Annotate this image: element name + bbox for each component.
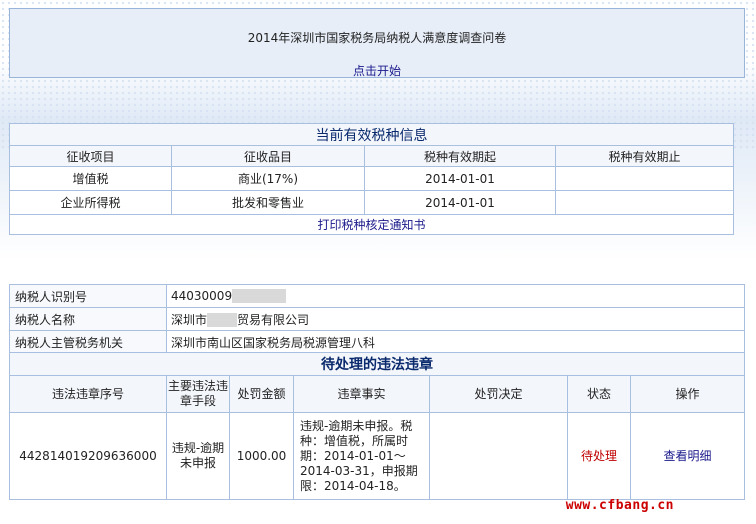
tax-start-date: 2014-01-01 [364, 190, 556, 215]
violation-means: 违规-逾期未申报 [166, 412, 230, 500]
watermark: www.cfbang.cn [565, 498, 674, 513]
tax-end-date [555, 190, 734, 215]
taxpayer-name-suffix: 贸易有限公司 [237, 312, 310, 327]
tax-end-date [555, 166, 734, 191]
violation-facts: 违规-逾期未申报。税种：增值税，所属时期：2014-01-01～2014-03-… [293, 412, 430, 500]
tax-info-table: 当前有效税种信息 征收项目 征收品目 税种有效期起 税种有效期止 增值税 商业(… [9, 123, 734, 235]
table-row: 442814019209636000 违规-逾期未申报 1000.00 违规-逾… [9, 412, 746, 500]
col-header: 操作 [629, 375, 746, 413]
taxpayer-id-label: 纳税人识别号 [9, 284, 167, 308]
taxpayer-name-prefix: 深圳市 [171, 312, 208, 327]
tax-item: 增值税 [9, 166, 172, 191]
violation-serial: 442814019209636000 [9, 412, 167, 500]
taxpayer-id-value: 44030009 [171, 288, 233, 303]
taxpayer-info-table: 纳税人识别号 44030009 纳税人名称 深圳市 贸易有限公司 纳税人主管税务机… [9, 284, 745, 354]
survey-title: 2014年深圳市国家税务局纳税人满意度调查问卷 [247, 31, 507, 45]
table-row: 增值税 商业(17%) 2014-01-01 [9, 166, 734, 191]
print-notice-link[interactable]: 打印税种核定通知书 [9, 214, 734, 235]
col-header: 主要违法违章手段 [166, 375, 230, 413]
col-header: 征收项目 [9, 145, 172, 167]
col-header: 处罚决定 [429, 375, 568, 413]
taxpayer-id-cell: 44030009 [166, 284, 745, 308]
tax-item: 企业所得税 [9, 190, 172, 215]
col-header: 征收品目 [171, 145, 365, 167]
violations-table: 待处理的违法违章 违法违章序号 主要违法违章手段 处罚金额 违章事实 处罚决定 … [8, 352, 746, 500]
col-header: 处罚金额 [229, 375, 294, 413]
authority-label: 纳税人主管税务机关 [9, 330, 167, 354]
tax-category: 批发和零售业 [171, 190, 365, 215]
authority-value: 深圳市南山区国家税务局税源管理八科 [166, 330, 745, 354]
col-header: 税种有效期起 [364, 145, 556, 167]
taxpayer-name-cell: 深圳市 贸易有限公司 [166, 307, 745, 331]
tax-start-date: 2014-01-01 [364, 166, 556, 191]
redaction-mask [207, 313, 238, 327]
survey-start-link[interactable]: 点击开始 [10, 62, 744, 79]
penalty-decision [429, 412, 568, 500]
col-header: 税种有效期止 [555, 145, 734, 167]
redaction-mask [232, 289, 287, 304]
violations-title: 待处理的违法违章 [8, 352, 746, 376]
penalty-amount: 1000.00 [229, 412, 294, 500]
view-details-link[interactable]: 查看明细 [629, 412, 746, 500]
col-header: 违章事实 [293, 375, 430, 413]
tax-category: 商业(17%) [171, 166, 365, 191]
col-header: 违法违章序号 [9, 375, 167, 413]
tax-info-title: 当前有效税种信息 [9, 123, 734, 146]
col-header: 状态 [567, 375, 631, 413]
survey-banner: 2014年深圳市国家税务局纳税人满意度调查问卷 点击开始 [9, 8, 745, 78]
taxpayer-name-label: 纳税人名称 [9, 307, 167, 331]
table-row: 企业所得税 批发和零售业 2014-01-01 [9, 190, 734, 215]
status-badge: 待处理 [567, 412, 631, 500]
